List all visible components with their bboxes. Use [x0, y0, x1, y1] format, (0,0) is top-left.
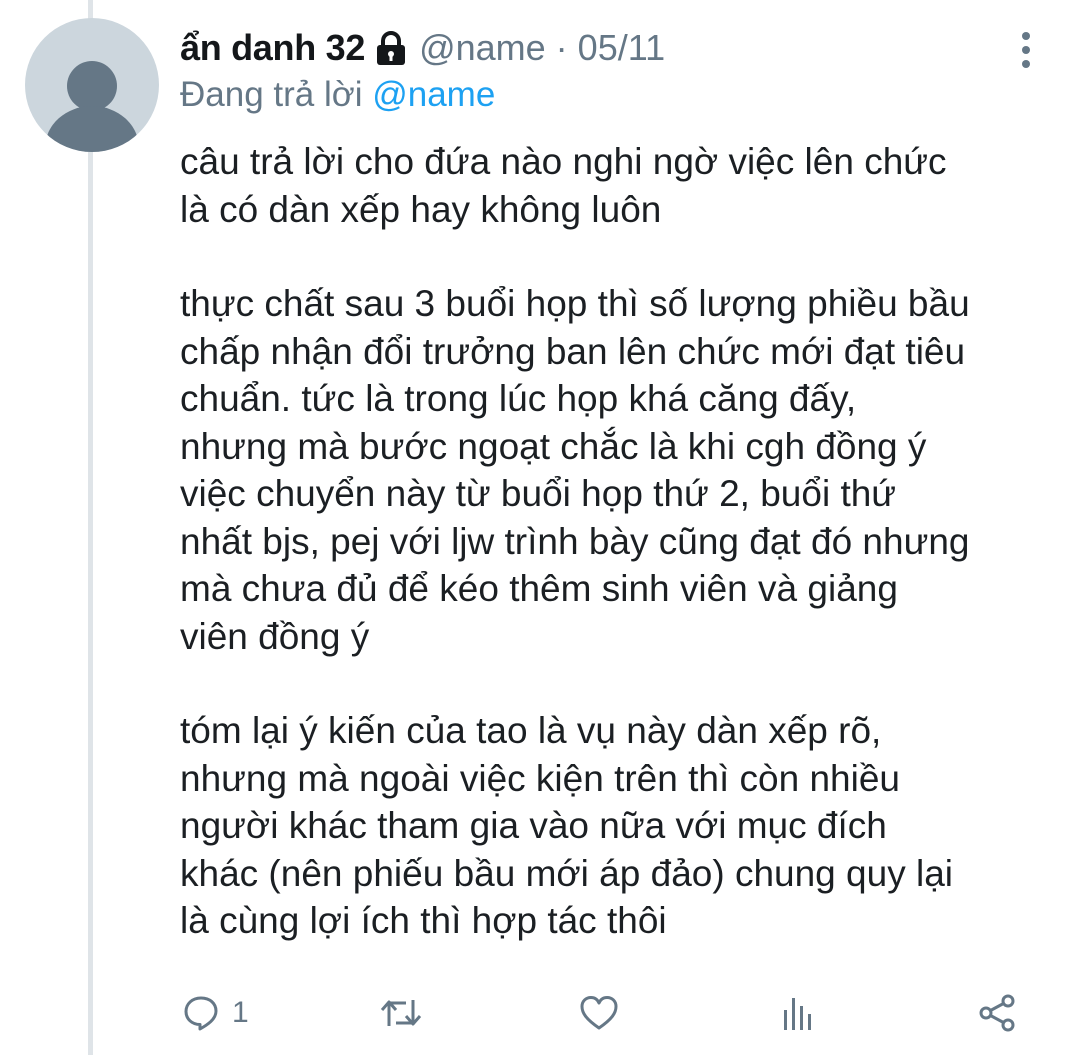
- text-line: viên đồng ý: [180, 615, 370, 657]
- vertical-dots-icon[interactable]: [1014, 30, 1038, 70]
- lock-icon: [375, 30, 407, 66]
- reply-mention-link[interactable]: @name: [372, 75, 495, 114]
- retweet-button[interactable]: [380, 990, 422, 1036]
- reply-button[interactable]: 1: [182, 990, 249, 1036]
- like-button[interactable]: [580, 990, 618, 1036]
- avatar[interactable]: [25, 18, 159, 152]
- tweet-paragraph-2: thực chất sau 3 buổi họp thì số lượng ph…: [180, 280, 1060, 660]
- comment-bubble-icon: [184, 996, 218, 1031]
- text-line: mà chưa đủ để kéo thêm sinh viên và giản…: [180, 568, 898, 609]
- text-line: chấp nhận đổi trưởng ban lên chức mới đạ…: [180, 330, 966, 372]
- text-line: chuẩn. tức là trong lúc họp khá căng đấy…: [180, 378, 857, 419]
- heart-icon: [580, 996, 618, 1030]
- text-line: tóm lại ý kiến của tao là vụ này dàn xếp…: [180, 710, 882, 751]
- header-separator: ·: [555, 27, 568, 68]
- share-icon: [979, 994, 1015, 1032]
- retweet-icon: [380, 1000, 422, 1026]
- thread-connector-line: [88, 0, 93, 1055]
- stats-button[interactable]: [780, 990, 816, 1036]
- text-line: người khác tham gia vào nữa với mục đích: [180, 805, 887, 846]
- text-line: nhưng mà ngoài việc kiện trên thì còn nh…: [180, 757, 901, 799]
- tweet-text: câu trả lời cho đứa nào nghi ngờ việc lê…: [180, 138, 1060, 945]
- text-line: thực chất sau 3 buổi họp thì số lượng ph…: [180, 283, 970, 324]
- reply-prefix: Đang trả lời: [180, 75, 363, 114]
- text-line: việc chuyển này từ buổi họp thứ 2, buổi …: [180, 473, 897, 514]
- display-name[interactable]: ẩn danh 32: [180, 27, 365, 69]
- tweet-paragraph-1: câu trả lời cho đứa nào nghi ngờ việc lê…: [180, 138, 1060, 233]
- user-handle[interactable]: @name: [419, 27, 546, 69]
- text-line: nhưng mà bước ngoạt chắc là khi cgh đồng…: [180, 425, 927, 467]
- tweet-header: ẩn danh 32 @name · 05/11: [180, 24, 665, 72]
- share-button[interactable]: [977, 990, 1017, 1036]
- text-line: là có dàn xếp hay không luôn: [180, 188, 662, 230]
- tweet-page: ẩn danh 32 @name · 05/11 Đang trả lời @n…: [0, 0, 1080, 1055]
- tweet-date[interactable]: 05/11: [578, 27, 665, 69]
- text-line: là cùng lợi ích thì hợp tác thôi: [180, 900, 667, 941]
- text-line: khác (nên phiếu bầu mới áp đảo) chung qu…: [180, 852, 953, 894]
- text-line: câu trả lời cho đứa nào nghi ngờ việc lê…: [180, 141, 947, 182]
- tweet-paragraph-3: tóm lại ý kiến của tao là vụ này dàn xếp…: [180, 707, 1060, 945]
- bar-chart-icon: [784, 998, 811, 1030]
- reply-count: 1: [232, 996, 249, 1029]
- tweet-action-bar: 1: [0, 990, 1080, 1036]
- replying-to: Đang trả lời @name: [180, 75, 495, 115]
- text-line: nhất bjs, pej với ljw trình bày cũng đạt…: [180, 520, 970, 562]
- default-avatar-icon: [45, 61, 139, 152]
